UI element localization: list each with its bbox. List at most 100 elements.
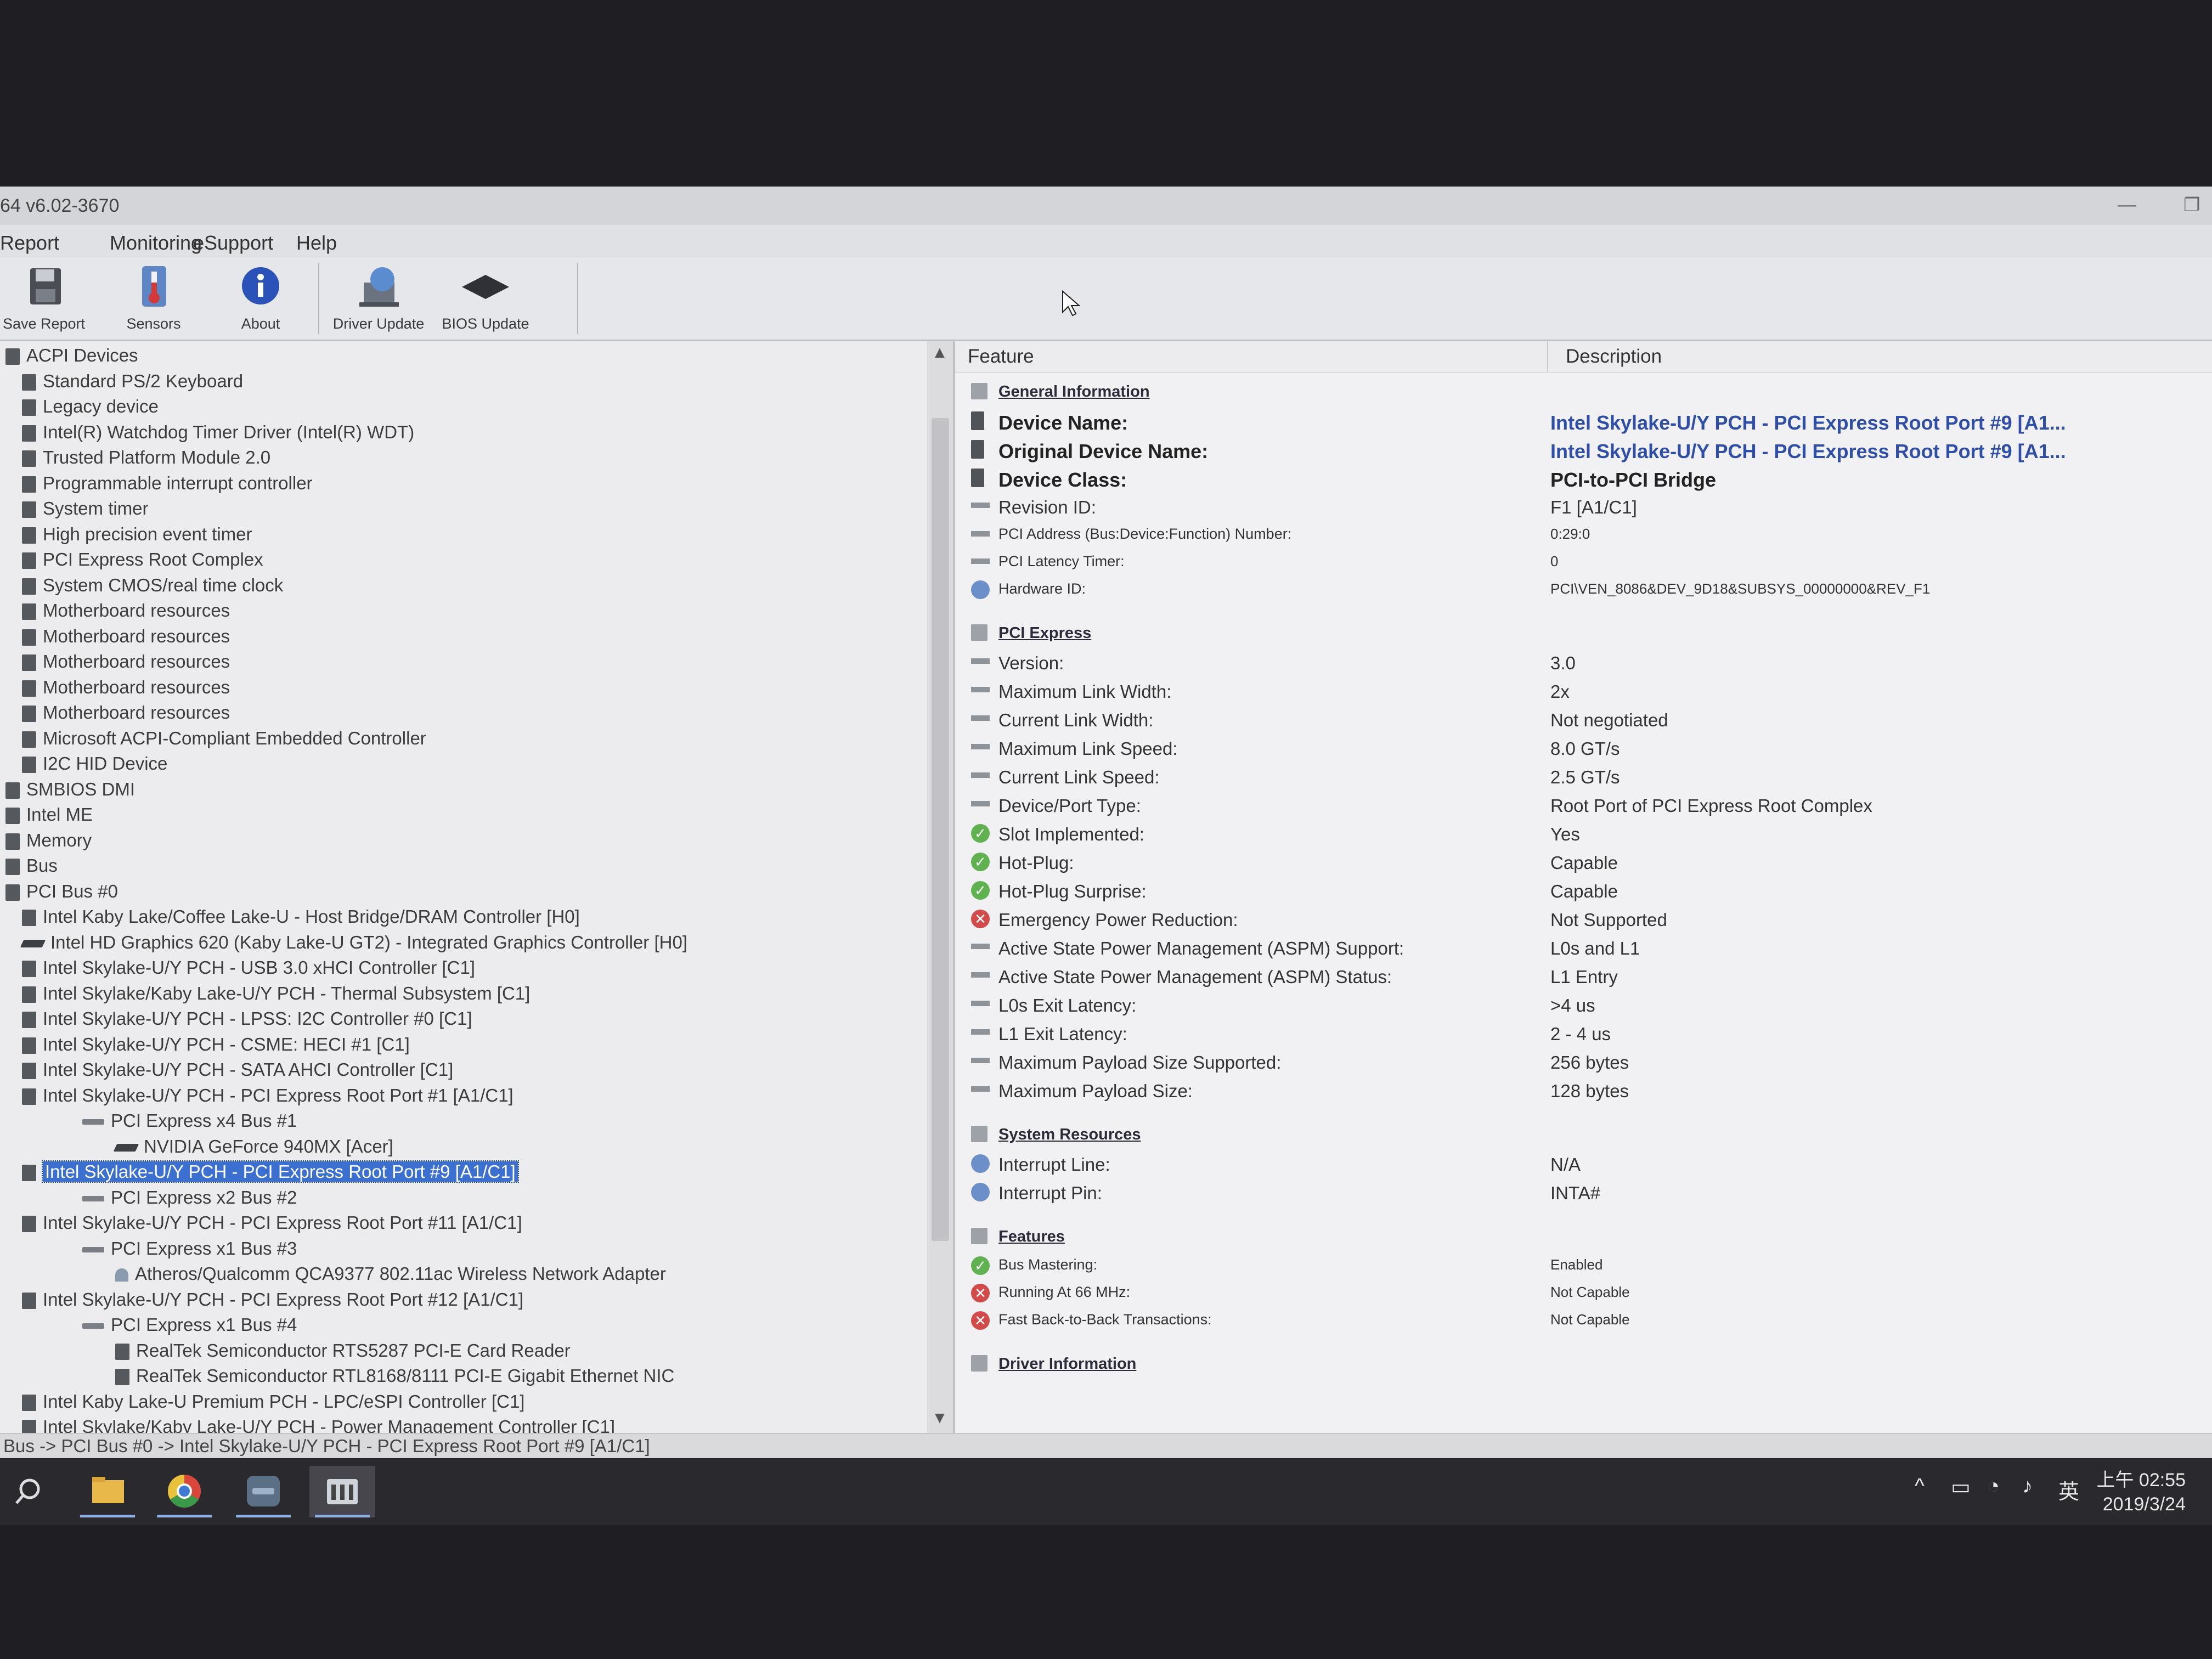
tree-item[interactable]: Intel ME: [5, 803, 93, 827]
tree-scrollbar[interactable]: ▲ ▼: [927, 341, 955, 1433]
tree-item[interactable]: PCI Express x1 Bus #4: [82, 1313, 297, 1337]
feature-label[interactable]: Device Class:: [998, 469, 1127, 492]
tree-item[interactable]: Atheros/Qualcomm QCA9377 802.11ac Wirele…: [115, 1262, 666, 1286]
feature-value[interactable]: Not Capable: [1550, 1311, 1630, 1328]
tree-item[interactable]: Motherboard resources: [22, 650, 230, 674]
feature-value[interactable]: Capable: [1550, 881, 1618, 902]
feature-label[interactable]: Fast Back-to-Back Transactions:: [998, 1311, 1212, 1328]
feature-value[interactable]: Intel Skylake-U/Y PCH - PCI Express Root…: [1550, 411, 2066, 435]
feature-value[interactable]: N/A: [1550, 1154, 1581, 1175]
menu-report[interactable]: Report: [0, 232, 59, 255]
feature-value[interactable]: Intel Skylake-U/Y PCH - PCI Express Root…: [1550, 440, 2066, 463]
tree-item[interactable]: Intel Skylake/Kaby Lake-U/Y PCH - Therma…: [22, 981, 530, 1006]
feature-label[interactable]: Device/Port Type:: [998, 795, 1141, 816]
aida64-button[interactable]: [309, 1466, 375, 1517]
tree-item[interactable]: Motherboard resources: [22, 675, 230, 699]
tree-item[interactable]: Standard PS/2 Keyboard: [22, 369, 243, 393]
feature-value[interactable]: Not negotiated: [1550, 710, 1668, 731]
feature-value[interactable]: Not Supported: [1550, 910, 1667, 930]
scroll-down-icon[interactable]: ▼: [932, 1409, 948, 1427]
feature-label[interactable]: Bus Mastering:: [998, 1256, 1097, 1273]
feature-label[interactable]: Current Link Width:: [998, 710, 1153, 731]
tree-item[interactable]: RealTek Semiconductor RTS5287 PCI-E Card…: [115, 1339, 571, 1363]
tree-item[interactable]: Microsoft ACPI-Compliant Embedded Contro…: [22, 726, 426, 751]
tree-item[interactable]: RealTek Semiconductor RTL8168/8111 PCI-E…: [115, 1364, 674, 1388]
tree-item[interactable]: PCI Express Root Complex: [22, 548, 263, 572]
restore-icon[interactable]: ❐: [2183, 194, 2200, 216]
feature-label[interactable]: L1 Exit Latency:: [998, 1024, 1127, 1045]
scrollbar-thumb[interactable]: [932, 418, 949, 1241]
tree-item[interactable]: I2C HID Device: [22, 752, 167, 776]
tree-item[interactable]: Intel HD Graphics 620 (Kaby Lake-U GT2) …: [20, 930, 687, 955]
tree-item[interactable]: Legacy device: [22, 394, 159, 419]
volume-icon[interactable]: ♪: [2022, 1475, 2033, 1498]
feature-value[interactable]: 8.0 GT/s: [1550, 738, 1620, 759]
feature-label[interactable]: Interrupt Line:: [998, 1154, 1110, 1175]
feature-value[interactable]: F1 [A1/C1]: [1550, 497, 1637, 518]
tree-item[interactable]: PCI Bus #0: [5, 879, 118, 904]
tree-item[interactable]: SMBIOS DMI: [5, 777, 135, 802]
feature-label[interactable]: Hot-Plug:: [998, 853, 1074, 873]
sensors-button[interactable]: Sensors: [110, 263, 198, 334]
minimize-icon[interactable]: —: [2118, 194, 2136, 216]
menu-monitoring[interactable]: Monitoring: [110, 232, 202, 255]
tree-item[interactable]: Intel Skylake-U/Y PCH - PCI Express Root…: [22, 1084, 514, 1108]
feature-value[interactable]: Enabled: [1550, 1256, 1602, 1273]
feature-label[interactable]: Maximum Link Width:: [998, 681, 1171, 702]
tree-item[interactable]: Programmable interrupt controller: [22, 471, 313, 495]
tree-item[interactable]: Intel Skylake/Kaby Lake-U/Y PCH - Power …: [22, 1415, 615, 1433]
feature-label[interactable]: Revision ID:: [998, 497, 1096, 518]
feature-label[interactable]: Slot Implemented:: [998, 824, 1144, 845]
tree-item[interactable]: Intel Skylake-U/Y PCH - PCI Express Root…: [22, 1288, 523, 1312]
tree-item[interactable]: Motherboard resources: [22, 599, 230, 623]
tree-item[interactable]: System CMOS/real time clock: [22, 573, 283, 597]
feature-value[interactable]: 3.0: [1550, 653, 1576, 674]
feature-column-header[interactable]: Feature: [955, 341, 1556, 373]
feature-value[interactable]: 0: [1550, 553, 1558, 570]
bios-update-button[interactable]: BIOS Update: [436, 263, 535, 334]
feature-value[interactable]: L0s and L1: [1550, 938, 1640, 959]
feature-label[interactable]: Running At 66 MHz:: [998, 1284, 1130, 1301]
tree-item[interactable]: High precision event timer: [22, 522, 252, 546]
feature-value[interactable]: >4 us: [1550, 995, 1595, 1016]
menu-help[interactable]: Help: [296, 232, 337, 255]
feature-label[interactable]: Hot-Plug Surprise:: [998, 881, 1147, 902]
about-button[interactable]: About: [217, 263, 304, 334]
chrome-button[interactable]: [151, 1466, 217, 1517]
feature-value[interactable]: 2 - 4 us: [1550, 1024, 1611, 1045]
tree-item[interactable]: PCI Express x2 Bus #2: [82, 1186, 297, 1210]
save-report-button[interactable]: Save Report: [0, 263, 88, 334]
tree-item[interactable]: Intel(R) Watchdog Timer Driver (Intel(R)…: [22, 420, 414, 444]
tree-item[interactable]: Intel Skylake-U/Y PCH - SATA AHCI Contro…: [22, 1058, 453, 1082]
tree-item[interactable]: Bus: [5, 854, 58, 878]
tree-item[interactable]: Intel Skylake-U/Y PCH - PCI Express Root…: [22, 1211, 522, 1235]
feature-value[interactable]: 128 bytes: [1550, 1081, 1629, 1102]
tree-item[interactable]: System timer: [22, 496, 149, 521]
feature-label[interactable]: Active State Power Management (ASPM) Sup…: [998, 938, 1404, 959]
feature-label[interactable]: Emergency Power Reduction:: [998, 910, 1238, 930]
feature-value[interactable]: 2x: [1550, 681, 1570, 702]
feature-value[interactable]: 256 bytes: [1550, 1052, 1629, 1073]
feature-label[interactable]: Device Name:: [998, 411, 1128, 435]
wifi-icon[interactable]: ◔: [1987, 1475, 2000, 1498]
feature-value[interactable]: 0:29:0: [1550, 526, 1590, 543]
tree-item[interactable]: Motherboard resources: [22, 701, 230, 725]
feature-label[interactable]: Maximum Link Speed:: [998, 738, 1177, 759]
chevron-up-icon[interactable]: ^: [1915, 1475, 1925, 1498]
file-explorer-button[interactable]: [75, 1466, 140, 1517]
feature-value[interactable]: Root Port of PCI Express Root Complex: [1550, 795, 1872, 816]
menu-esupport[interactable]: eSupport: [193, 232, 273, 255]
feature-label[interactable]: Current Link Speed:: [998, 767, 1160, 788]
feature-label[interactable]: Maximum Payload Size Supported:: [998, 1052, 1281, 1073]
description-column-header[interactable]: Description: [1548, 341, 2212, 373]
tree-item[interactable]: Intel Kaby Lake/Coffee Lake-U - Host Bri…: [22, 905, 580, 929]
feature-value[interactable]: INTA#: [1550, 1183, 1600, 1204]
tree-item-selected[interactable]: Intel Skylake-U/Y PCH - PCI Express Root…: [22, 1160, 519, 1184]
feature-value[interactable]: Capable: [1550, 853, 1618, 873]
tree-item[interactable]: Motherboard resources: [22, 624, 230, 648]
feature-value[interactable]: 2.5 GT/s: [1550, 767, 1620, 788]
feature-label[interactable]: Version:: [998, 653, 1064, 674]
ime-indicator[interactable]: 英: [2058, 1475, 2079, 1505]
feature-value[interactable]: L1 Entry: [1550, 967, 1618, 988]
feature-value[interactable]: PCI-to-PCI Bridge: [1550, 469, 1716, 492]
